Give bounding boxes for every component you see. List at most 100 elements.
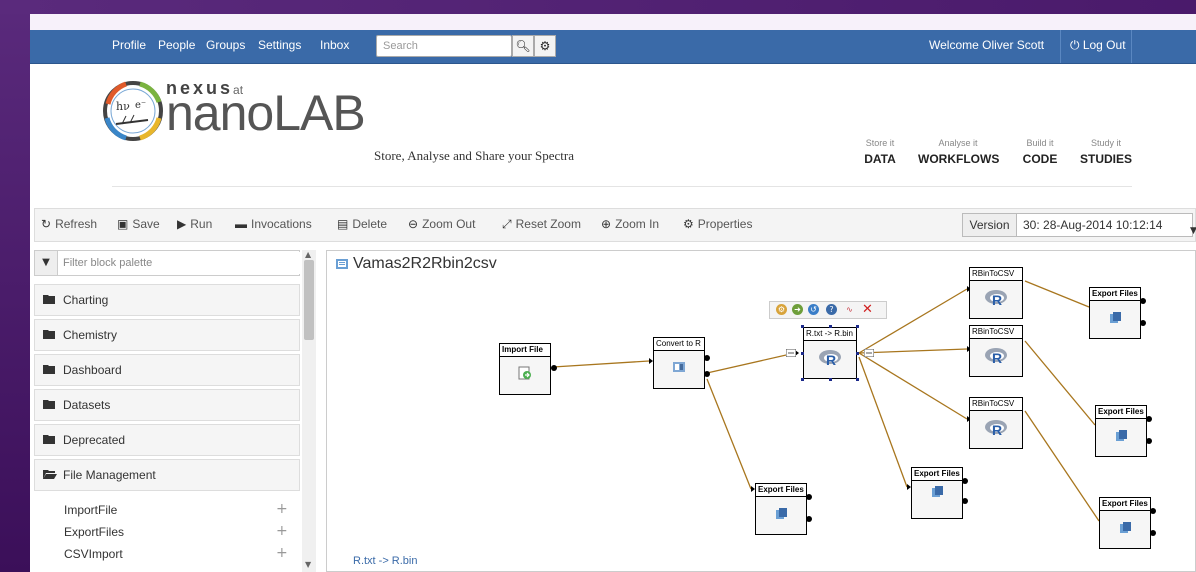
output-port[interactable] <box>704 371 710 377</box>
history-icon[interactable]: ↺ <box>808 304 819 315</box>
output-port-icon[interactable] <box>864 349 874 357</box>
section-title[interactable]: CODE <box>1018 152 1062 166</box>
output-port[interactable] <box>1140 298 1146 304</box>
reset-zoom-button[interactable]: ⤢ Reset Zoom <box>502 217 581 232</box>
block-title: Export Files <box>912 468 962 481</box>
selection-handle[interactable] <box>801 378 804 381</box>
search-icon[interactable]: 🔍︎ <box>512 35 534 57</box>
category-label: Dashboard <box>63 363 122 377</box>
palette-item-exportfiles[interactable]: ExportFiles <box>64 525 124 539</box>
section-title[interactable]: WORKFLOWS <box>918 152 999 166</box>
zoom-in-button[interactable]: ⊕ Zoom In <box>601 217 659 231</box>
welcome-message[interactable]: Welcome Oliver Scott <box>929 38 1044 52</box>
properties-button[interactable]: ⚙︎ Properties <box>683 217 752 231</box>
block-convert-to-r[interactable]: Convert to R <box>653 337 710 389</box>
help-icon[interactable]: ? <box>826 304 837 315</box>
selection-handle[interactable] <box>856 378 859 381</box>
scrollbar-thumb[interactable] <box>304 260 314 340</box>
logout-label: Log Out <box>1082 38 1126 52</box>
workflow-toolbar: ↻ Refresh ▣ Save ▶︎ Run ▬ Invocations ▤ Delet… <box>34 208 1196 242</box>
selection-handle[interactable] <box>801 352 804 355</box>
output-port[interactable] <box>1146 438 1152 444</box>
input-port-icon[interactable] <box>786 349 796 357</box>
tagline: Store, Analyse and Share your Spectra <box>374 148 575 163</box>
output-port[interactable] <box>962 498 968 504</box>
gear-icon[interactable]: ⚙︎ <box>534 35 556 57</box>
nav-groups[interactable]: Groups <box>206 38 245 52</box>
header-section-workflows[interactable]: Analyse it WORKFLOWS <box>918 138 999 166</box>
output-port[interactable] <box>1150 508 1156 514</box>
palette-item-importfile[interactable]: ImportFile <box>64 503 117 517</box>
block-export-files-5[interactable]: Export Files <box>755 483 812 535</box>
folder-icon <box>43 435 55 444</box>
forward-icon[interactable]: ➜ <box>792 304 803 315</box>
block-rtxt-to-rbin[interactable]: R.txt -> R.bin R <box>803 327 857 379</box>
block-rbintocsv-3[interactable]: RBinToCSV R <box>969 397 1023 449</box>
search-input[interactable] <box>376 35 512 57</box>
output-port[interactable] <box>1146 416 1152 422</box>
delete-button[interactable]: ▤ Delete <box>337 217 387 231</box>
output-port[interactable] <box>704 355 710 361</box>
chart-icon[interactable]: ∿ <box>844 304 855 315</box>
header-section-code[interactable]: Build it CODE <box>1018 138 1062 166</box>
zoom-out-button[interactable]: ⊖ Zoom Out <box>408 217 475 231</box>
selection-handle[interactable] <box>829 325 832 328</box>
category-file-management[interactable]: File Management <box>34 459 300 491</box>
version-select[interactable]: Version 30: 28-Aug-2014 10:12:14 <box>962 213 1193 237</box>
add-icon[interactable]: + <box>276 501 288 517</box>
header-section-data[interactable]: Store it DATA <box>860 138 900 166</box>
add-icon[interactable]: + <box>276 545 288 561</box>
selection-handle[interactable] <box>801 325 804 328</box>
selection-handle[interactable] <box>856 325 859 328</box>
refresh-button[interactable]: ↻ Refresh <box>41 217 97 231</box>
nav-inbox[interactable]: Inbox <box>320 38 349 52</box>
output-port[interactable] <box>806 516 812 522</box>
window-top-strip <box>30 14 1196 30</box>
block-rbintocsv-1[interactable]: RBinToCSV R <box>969 267 1023 319</box>
selection-handle[interactable] <box>856 352 859 355</box>
scroll-up-arrow[interactable]: ▲ <box>305 250 311 259</box>
filter-input[interactable] <box>59 252 305 274</box>
palette-item-csvimport[interactable]: CSVImport <box>64 547 123 561</box>
selection-handle[interactable] <box>829 378 832 381</box>
nav-profile[interactable]: Profile <box>112 38 146 52</box>
delete-icon[interactable]: ✕ <box>862 303 873 316</box>
connection <box>1024 340 1096 426</box>
output-port[interactable] <box>962 478 968 484</box>
category-deprecated[interactable]: Deprecated <box>34 424 300 456</box>
block-rbintocsv-2[interactable]: RBinToCSV R <box>969 325 1023 377</box>
configure-icon[interactable]: ⚙︎ <box>776 304 787 315</box>
block-title: Convert to R <box>654 338 704 351</box>
category-charting[interactable]: Charting <box>34 284 300 316</box>
block-title: Export Files <box>1096 406 1146 419</box>
r-logo-icon: R <box>985 420 1007 438</box>
add-icon[interactable]: + <box>276 523 288 539</box>
play-icon: ▶︎ <box>177 217 187 231</box>
category-dashboard[interactable]: Dashboard <box>34 354 300 386</box>
section-title[interactable]: DATA <box>860 152 900 166</box>
palette-scrollbar[interactable]: ▲ ▼ <box>302 250 316 572</box>
category-datasets[interactable]: Datasets <box>34 389 300 421</box>
workflow-canvas[interactable]: Vamas2R2Rbin2csv Import File Convert to … <box>326 250 1196 572</box>
output-port[interactable] <box>1140 320 1146 326</box>
chevron-down-icon[interactable]: ▼ <box>1190 226 1196 236</box>
run-button[interactable]: ▶︎ Run <box>177 217 212 231</box>
scroll-down-arrow[interactable]: ▼ <box>305 560 311 569</box>
block-export-files-4[interactable]: Export Files <box>911 467 968 519</box>
logout-button[interactable]: ⏻︎ Log Out <box>1070 38 1126 53</box>
block-export-files-2[interactable]: Export Files <box>1095 405 1152 457</box>
refresh-icon: ↻ <box>41 217 52 231</box>
output-port[interactable] <box>551 365 557 371</box>
save-button[interactable]: ▣ Save <box>117 217 160 231</box>
block-import-file[interactable]: Import File <box>499 343 557 395</box>
invocations-button[interactable]: ▬ Invocations <box>235 217 312 231</box>
output-port[interactable] <box>1150 530 1156 536</box>
section-title[interactable]: STUDIES <box>1076 152 1136 166</box>
block-export-files-1[interactable]: Export Files <box>1089 287 1146 339</box>
category-chemistry[interactable]: Chemistry <box>34 319 300 351</box>
block-export-files-3[interactable]: Export Files <box>1099 497 1156 549</box>
nav-people[interactable]: People <box>158 38 195 52</box>
header-section-studies[interactable]: Study it STUDIES <box>1076 138 1136 166</box>
nav-settings[interactable]: Settings <box>258 38 301 52</box>
output-port[interactable] <box>806 494 812 500</box>
